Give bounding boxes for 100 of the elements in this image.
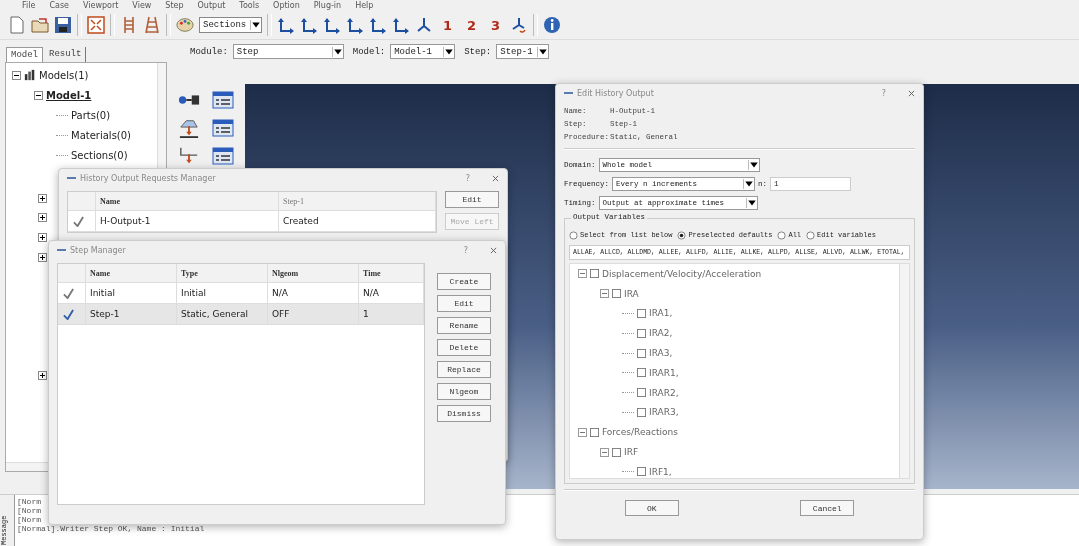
dropdown-arrow-icon[interactable]: [250, 20, 261, 30]
checkbox[interactable]: [637, 407, 646, 417]
table-cell[interactable]: H-Output-1: [96, 211, 279, 231]
dialog-button[interactable]: Edit: [437, 295, 491, 312]
menu-item[interactable]: Step: [165, 0, 184, 11]
tree-item[interactable]: Materials(0): [71, 129, 131, 141]
display-group-select[interactable]: Sections: [199, 17, 262, 33]
table-cell[interactable]: Initial: [86, 283, 177, 303]
dialog-button[interactable]: Nlgeom: [437, 383, 491, 400]
table-cell[interactable]: OFF: [268, 304, 359, 324]
table-cell[interactable]: 1: [359, 304, 424, 324]
tree-item[interactable]: Displacement/Velocity/Acceleration: [602, 268, 762, 279]
menu-item[interactable]: Tools: [239, 0, 260, 11]
close-icon[interactable]: [490, 246, 497, 254]
manager-icon[interactable]: [212, 118, 234, 138]
expand-icon[interactable]: [38, 213, 47, 222]
radio-button[interactable]: [806, 230, 816, 240]
dropdown-arrow-icon[interactable]: [743, 178, 754, 189]
dialog-button[interactable]: Edit: [445, 191, 499, 208]
checkbox[interactable]: [612, 289, 621, 299]
tree-item[interactable]: IRAR1,: [649, 367, 679, 378]
tree-item[interactable]: IRF1,: [649, 466, 672, 477]
tree-item[interactable]: IRA: [624, 288, 639, 299]
table-cell[interactable]: Created: [279, 211, 436, 231]
dialog-button[interactable]: Cancel: [800, 500, 855, 516]
info-icon[interactable]: [543, 16, 562, 34]
tree-item[interactable]: Model-1: [46, 89, 92, 101]
expand-icon[interactable]: [38, 233, 47, 242]
axis-view-icon[interactable]: [392, 16, 410, 34]
tree-item[interactable]: IRAR2,: [649, 387, 679, 398]
collapse-icon[interactable]: [34, 90, 43, 100]
dropdown-arrow-icon[interactable]: [745, 197, 757, 208]
context-select[interactable]: Model-1: [390, 44, 456, 59]
dialog-button[interactable]: Create: [437, 273, 491, 290]
tree-item[interactable]: IRA2,: [649, 328, 673, 339]
dialog-button[interactable]: Dismiss: [437, 405, 491, 422]
checkbox[interactable]: [637, 467, 646, 477]
collapse-icon[interactable]: [12, 70, 21, 80]
panel-tab[interactable]: Model: [6, 47, 43, 62]
tree-item[interactable]: Models(1): [39, 69, 89, 81]
context-select[interactable]: Step-1: [496, 44, 550, 59]
dialog-button[interactable]: Replace: [437, 361, 491, 378]
table-cell[interactable]: Step-1: [86, 304, 177, 324]
dropdown-arrow-icon[interactable]: [331, 46, 343, 57]
radio-button[interactable]: [777, 230, 787, 240]
view-number-button[interactable]: 3: [486, 17, 506, 33]
checkbox[interactable]: [637, 388, 646, 398]
axis-view-icon[interactable]: [369, 16, 387, 34]
open-folder-icon[interactable]: [31, 16, 49, 34]
axis-view-icon[interactable]: [300, 16, 318, 34]
tree-item[interactable]: IRAR3,: [649, 407, 679, 418]
tree-item[interactable]: IRA1,: [649, 308, 673, 319]
dropdown-arrow-icon[interactable]: [747, 159, 759, 170]
view-number-button[interactable]: 1: [438, 17, 458, 33]
tree-item[interactable]: IRF: [624, 447, 639, 458]
radio-button[interactable]: [677, 230, 687, 240]
menu-item[interactable]: Help: [355, 0, 374, 11]
manager-icon[interactable]: [212, 146, 234, 166]
close-icon[interactable]: [908, 89, 915, 97]
tree-item[interactable]: IRA3,: [649, 348, 673, 359]
menu-item[interactable]: File: [22, 0, 36, 11]
checkbox[interactable]: [612, 447, 621, 457]
rotate-axis-icon[interactable]: [510, 16, 529, 34]
step-output-icon[interactable]: [178, 118, 200, 138]
close-icon[interactable]: [492, 174, 499, 182]
expand-icon[interactable]: [38, 371, 47, 380]
axis-view-icon[interactable]: [323, 16, 341, 34]
menu-item[interactable]: Viewport: [82, 0, 119, 11]
expand-icon[interactable]: [38, 253, 47, 262]
menu-item[interactable]: Option: [273, 0, 300, 11]
menu-item[interactable]: Output: [197, 0, 226, 11]
palette-icon[interactable]: [176, 16, 194, 34]
dropdown-arrow-icon[interactable]: [537, 46, 549, 57]
menu-item[interactable]: Case: [49, 0, 69, 11]
expand-icon[interactable]: [38, 194, 47, 203]
checkbox[interactable]: [637, 348, 646, 358]
tree-item[interactable]: Parts(0): [71, 109, 111, 121]
dialog-button[interactable]: Delete: [437, 339, 491, 356]
checkbox[interactable]: [590, 269, 599, 279]
table-cell[interactable]: N/A: [359, 283, 424, 303]
axis-view-icon[interactable]: [277, 16, 295, 34]
iso-axis-icon[interactable]: [415, 16, 433, 34]
table-cell[interactable]: Initial: [177, 283, 268, 303]
save-icon[interactable]: [54, 16, 72, 34]
new-file-icon[interactable]: [8, 16, 26, 34]
checkbox[interactable]: [590, 427, 599, 437]
tower-icon[interactable]: [143, 16, 161, 34]
checkbox[interactable]: [637, 309, 646, 318]
tree-item[interactable]: Sections(0): [71, 149, 128, 161]
axis-view-icon[interactable]: [346, 16, 364, 34]
table-cell[interactable]: N/A: [268, 283, 359, 303]
manager-icon[interactable]: [212, 90, 234, 110]
table-cell[interactable]: Static, General: [177, 304, 268, 324]
dialog-button[interactable]: OK: [624, 500, 679, 516]
fit-view-icon[interactable]: [87, 16, 105, 34]
checkbox[interactable]: [637, 368, 646, 378]
tree-item[interactable]: Forces/Reactions: [602, 427, 678, 438]
menu-item[interactable]: Plug-in: [313, 0, 342, 11]
radio-button[interactable]: [569, 230, 578, 240]
dialog-button[interactable]: Rename: [437, 317, 491, 334]
